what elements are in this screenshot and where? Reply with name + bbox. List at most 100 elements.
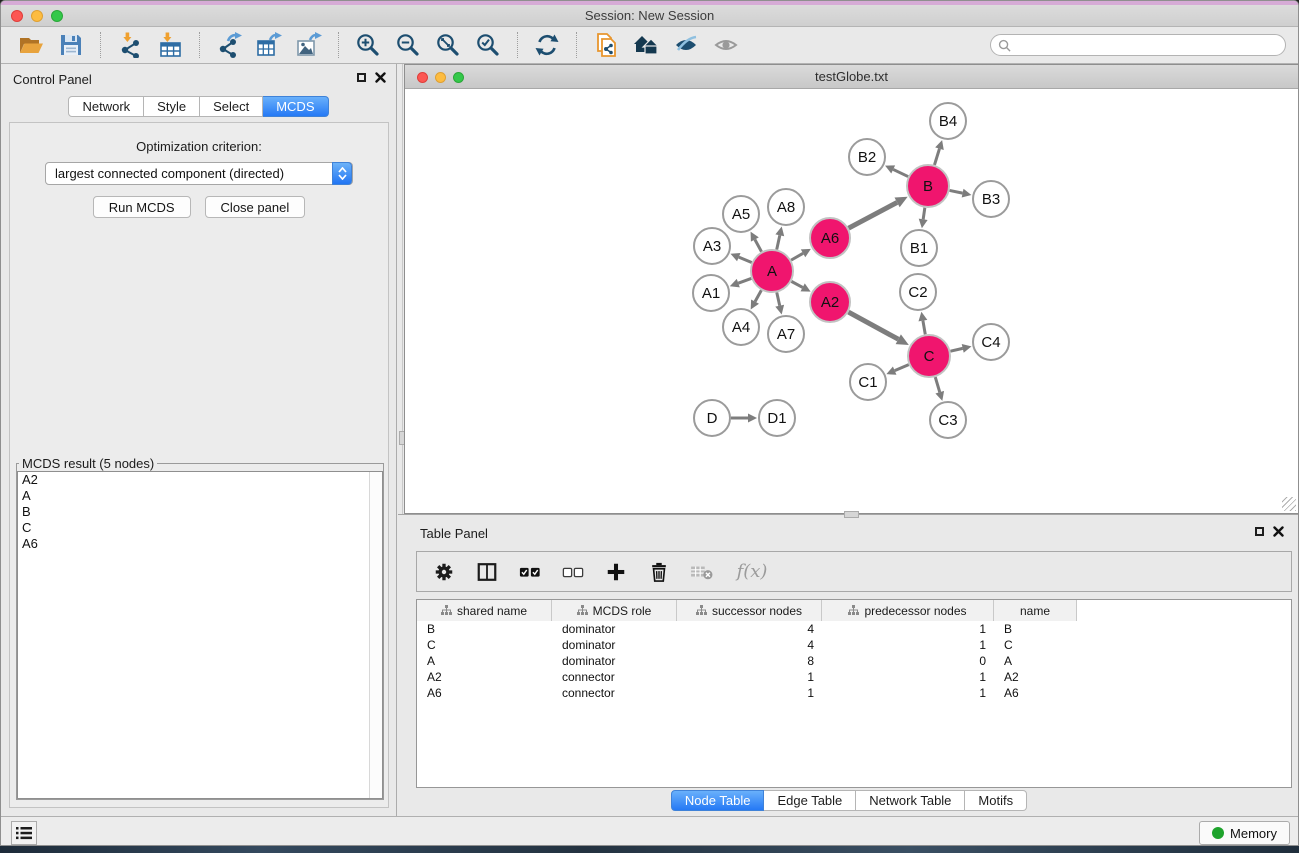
table-cell[interactable]: 8 <box>677 653 822 669</box>
graph-edge-A-A4[interactable] <box>755 290 761 301</box>
table-cell[interactable]: 0 <box>822 653 994 669</box>
graph-edge-A-A7[interactable] <box>777 292 780 305</box>
tab-motifs[interactable]: Motifs <box>965 790 1027 811</box>
network-zoom-button[interactable] <box>453 72 464 83</box>
table-cell[interactable]: 1 <box>822 685 994 701</box>
graph-edge-A2-C[interactable] <box>848 312 898 339</box>
table-cell[interactable]: 1 <box>677 685 822 701</box>
network-graph[interactable]: B4B2BB3A8A5A6A3B1AA1C2A2A4A7C4CC1C3DD1 <box>405 89 1298 512</box>
table-cell[interactable]: B <box>417 621 552 637</box>
function-builder-button[interactable]: f(x) <box>732 559 772 585</box>
column-header-MCDS-role[interactable]: MCDS role <box>552 600 677 621</box>
tab-select[interactable]: Select <box>200 96 263 117</box>
refresh-button[interactable] <box>530 30 564 60</box>
table-cell[interactable]: B <box>994 621 1077 637</box>
import-table-button[interactable] <box>153 30 187 60</box>
table-cell[interactable]: 1 <box>822 669 994 685</box>
table-cell[interactable]: 1 <box>677 669 822 685</box>
select-all-columns-button[interactable] <box>517 559 543 585</box>
graph-edge-C-C1[interactable] <box>895 365 909 371</box>
tab-node-table[interactable]: Node Table <box>671 790 765 811</box>
table-cell[interactable]: 1 <box>822 637 994 653</box>
save-session-button[interactable] <box>54 30 88 60</box>
close-window-button[interactable] <box>11 10 23 22</box>
delete-table-button[interactable] <box>689 559 715 585</box>
table-cell[interactable]: A <box>994 653 1077 669</box>
table-cell[interactable]: dominator <box>552 653 677 669</box>
criterion-dropdown[interactable]: largest connected component (directed) <box>45 162 353 185</box>
memory-button[interactable]: Memory <box>1199 821 1290 845</box>
table-cell[interactable]: A6 <box>417 685 552 701</box>
delete-column-button[interactable] <box>646 559 672 585</box>
show-columns-button[interactable] <box>474 559 500 585</box>
network-canvas[interactable]: B4B2BB3A8A5A6A3B1AA1C2A2A4A7C4CC1C3DD1 <box>405 89 1298 513</box>
float-table-panel-icon[interactable] <box>1255 527 1264 536</box>
zoom-fit-button[interactable] <box>431 30 465 60</box>
tab-network-table[interactable]: Network Table <box>856 790 965 811</box>
graph-edge-A-A2[interactable] <box>791 281 802 287</box>
graph-edge-A-A6[interactable] <box>791 253 803 260</box>
zoom-in-button[interactable] <box>351 30 385 60</box>
mcds-result-item[interactable]: A6 <box>18 536 382 552</box>
table-row[interactable]: A2connector11A2 <box>417 669 1291 685</box>
tab-mcds[interactable]: MCDS <box>263 96 328 117</box>
task-history-button[interactable] <box>11 821 37 845</box>
graphics-details-button[interactable] <box>669 30 703 60</box>
zoom-selected-button[interactable] <box>471 30 505 60</box>
table-cell[interactable]: A2 <box>417 669 552 685</box>
show-hide-button[interactable] <box>709 30 743 60</box>
first-neighbors-button[interactable] <box>629 30 663 60</box>
minimize-window-button[interactable] <box>31 10 43 22</box>
mcds-result-item[interactable]: A <box>18 488 382 504</box>
clone-network-button[interactable] <box>589 30 623 60</box>
network-window-titlebar[interactable]: testGlobe.txt <box>405 65 1298 89</box>
table-row[interactable]: A6connector11A6 <box>417 685 1291 701</box>
graph-edge-A-A8[interactable] <box>777 235 780 249</box>
float-panel-icon[interactable] <box>357 73 366 82</box>
graph-edge-A-A1[interactable] <box>738 278 751 283</box>
column-header-shared-name[interactable]: shared name <box>417 600 552 621</box>
table-cell[interactable]: dominator <box>552 621 677 637</box>
graph-edge-C-C3[interactable] <box>935 377 939 392</box>
table-cell[interactable]: C <box>994 637 1077 653</box>
graph-edge-B-B1[interactable] <box>923 208 925 220</box>
table-cell[interactable]: 1 <box>822 621 994 637</box>
graph-edge-A-A5[interactable] <box>755 239 762 251</box>
graph-edge-A-A3[interactable] <box>739 257 752 262</box>
export-table-button[interactable] <box>252 30 286 60</box>
table-cell[interactable]: 4 <box>677 637 822 653</box>
column-header-predecessor-nodes[interactable]: predecessor nodes <box>822 600 994 621</box>
column-header-name[interactable]: name <box>994 600 1077 621</box>
node-table[interactable]: shared nameMCDS rolesuccessor nodesprede… <box>416 599 1292 788</box>
graph-edge-C-C4[interactable] <box>950 348 962 351</box>
close-panel-button[interactable]: Close panel <box>205 196 306 218</box>
mcds-result-item[interactable]: B <box>18 504 382 520</box>
mcds-result-item[interactable]: C <box>18 520 382 536</box>
search-field[interactable] <box>990 34 1286 56</box>
graph-edge-C-C2[interactable] <box>923 321 925 335</box>
table-settings-button[interactable] <box>431 559 457 585</box>
tab-edge-table[interactable]: Edge Table <box>764 790 856 811</box>
table-cell[interactable]: C <box>417 637 552 653</box>
table-cell[interactable]: 4 <box>677 621 822 637</box>
export-network-button[interactable] <box>212 30 246 60</box>
network-close-button[interactable] <box>417 72 428 83</box>
search-input[interactable] <box>1015 36 1285 54</box>
graph-edge-B-B4[interactable] <box>934 149 939 165</box>
table-cell[interactable]: A2 <box>994 669 1077 685</box>
tab-network[interactable]: Network <box>68 96 144 117</box>
graph-edge-A6-B[interactable] <box>849 202 898 228</box>
graph-edge-B-B3[interactable] <box>950 190 963 193</box>
mcds-result-list[interactable]: A2ABCA6 <box>17 471 383 799</box>
table-cell[interactable]: A6 <box>994 685 1077 701</box>
result-list-scrollbar[interactable] <box>369 472 382 798</box>
resize-grip[interactable] <box>1282 497 1296 511</box>
vertical-splitter[interactable] <box>402 64 403 516</box>
table-cell[interactable]: connector <box>552 685 677 701</box>
table-row[interactable]: Bdominator41B <box>417 621 1291 637</box>
run-mcds-button[interactable]: Run MCDS <box>93 196 191 218</box>
table-row[interactable]: Cdominator41C <box>417 637 1291 653</box>
table-cell[interactable]: connector <box>552 669 677 685</box>
table-row[interactable]: Adominator80A <box>417 653 1291 669</box>
close-table-panel-icon[interactable] <box>1273 526 1284 537</box>
